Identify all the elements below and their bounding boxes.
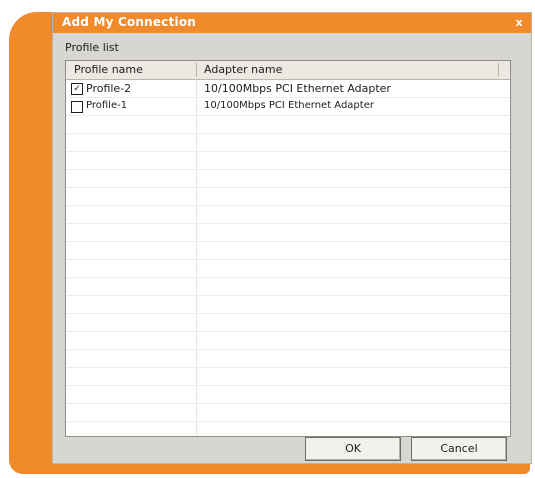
adapter-name: 10/100Mbps PCI Ethernet Adapter <box>204 100 374 111</box>
adapter-name: 10/100Mbps PCI Ethernet Adapter <box>204 82 391 95</box>
list-item[interactable]: Profile-1 10/100Mbps PCI Ethernet Adapte… <box>66 98 510 116</box>
empty-row <box>66 206 510 224</box>
checkbox-unchecked-icon[interactable] <box>71 101 83 113</box>
column-divider[interactable] <box>498 63 499 77</box>
empty-row <box>66 152 510 170</box>
empty-row <box>66 260 510 278</box>
empty-row <box>66 188 510 206</box>
cancel-button[interactable]: Cancel <box>411 437 507 461</box>
checkbox-checked-icon[interactable]: ✓ <box>71 83 83 95</box>
window-title: Add My Connection <box>62 15 197 29</box>
empty-row <box>66 404 510 422</box>
empty-row <box>66 116 510 134</box>
empty-row <box>66 332 510 350</box>
empty-row <box>66 386 510 404</box>
empty-row <box>66 134 510 152</box>
list-rows: ✓ Profile-2 10/100Mbps PCI Ethernet Adap… <box>66 80 510 436</box>
list-item[interactable]: ✓ Profile-2 10/100Mbps PCI Ethernet Adap… <box>66 80 510 98</box>
title-bar[interactable]: Add My Connection x <box>53 13 531 33</box>
column-header-profile-name[interactable]: Profile name <box>74 63 143 76</box>
empty-row <box>66 170 510 188</box>
empty-row <box>66 296 510 314</box>
empty-row <box>66 278 510 296</box>
empty-row <box>66 422 510 436</box>
profile-list-label: Profile list <box>65 41 119 54</box>
close-icon[interactable]: x <box>512 16 526 30</box>
empty-row <box>66 368 510 386</box>
empty-row <box>66 242 510 260</box>
ok-button[interactable]: OK <box>305 437 401 461</box>
profile-name: Profile-1 <box>86 100 128 111</box>
add-connection-dialog: Add My Connection x Profile list Profile… <box>52 12 532 464</box>
profile-name: Profile-2 <box>86 82 132 95</box>
column-header-adapter-name[interactable]: Adapter name <box>204 63 282 76</box>
empty-row <box>66 314 510 332</box>
column-divider[interactable] <box>196 63 197 77</box>
list-header: Profile name Adapter name <box>66 61 510 80</box>
profile-list[interactable]: Profile name Adapter name ✓ Profile-2 10… <box>65 60 511 437</box>
empty-row <box>66 224 510 242</box>
empty-row <box>66 350 510 368</box>
